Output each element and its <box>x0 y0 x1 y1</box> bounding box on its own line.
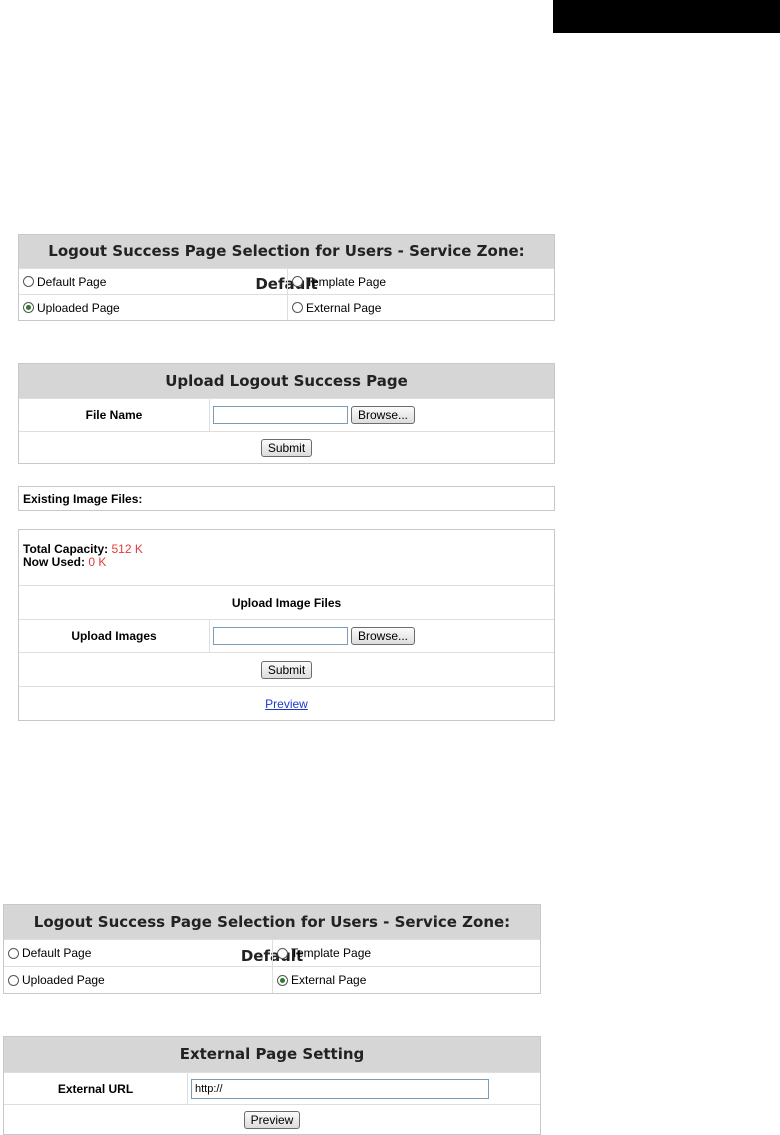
option-external-page[interactable]: External Page <box>272 967 540 993</box>
option-uploaded-page[interactable]: Uploaded Page <box>19 295 287 320</box>
external-page-panel: External Page Setting External URL http:… <box>3 1036 541 1135</box>
capacity-value: 512 K <box>111 542 143 556</box>
option-label: Uploaded Page <box>22 973 105 987</box>
option-label: Template Page <box>291 946 372 960</box>
option-label: Template Page <box>306 274 387 289</box>
selection-panel-2: Logout Success Page Selection for Users … <box>3 904 541 994</box>
browse-button[interactable]: Browse... <box>351 627 416 645</box>
capacity-label: Total Capacity: <box>23 542 109 556</box>
panel-title: Logout Success Page Selection for Users … <box>4 905 540 965</box>
upload-page-panel: Upload Logout Success Page File Name Bro… <box>18 363 555 464</box>
panel-title: Logout Success Page Selection for Users … <box>19 235 554 293</box>
radio-selected-icon[interactable] <box>23 302 34 313</box>
external-url-input[interactable]: http:// <box>191 1078 489 1099</box>
option-external-page[interactable]: External Page <box>287 295 554 320</box>
radio-icon[interactable] <box>8 974 19 986</box>
upload-image-files-title: Upload Image Files <box>231 595 342 610</box>
option-label: Uploaded Page <box>37 300 120 315</box>
external-url-label: External URL <box>57 1081 134 1096</box>
preview-button[interactable]: Preview <box>243 1110 301 1129</box>
option-label: External Page <box>291 973 367 987</box>
existing-images-label: Existing Image Files: <box>23 491 143 506</box>
preview-link[interactable]: Preview <box>265 697 308 711</box>
option-default-page[interactable]: Default Page <box>4 940 272 966</box>
submit-button[interactable]: Submit <box>260 438 313 457</box>
radio-icon[interactable] <box>23 276 34 287</box>
radio-icon[interactable] <box>8 947 19 959</box>
option-template-page[interactable]: Template Page <box>272 940 540 966</box>
existing-images-panel: Existing Image Files: <box>18 486 555 511</box>
upload-images-input[interactable] <box>213 627 348 645</box>
file-name-input[interactable] <box>213 406 348 424</box>
option-default-page[interactable]: Default Page <box>19 269 287 294</box>
selection-panel-1: Logout Success Page Selection for Users … <box>18 234 555 321</box>
option-label: External Page <box>306 300 382 315</box>
file-name-label: File Name <box>85 408 143 422</box>
radio-icon[interactable] <box>292 276 303 287</box>
header-black-bar <box>553 0 780 33</box>
option-template-page[interactable]: Template Page <box>287 269 554 294</box>
option-label: Default Page <box>22 946 92 960</box>
radio-icon[interactable] <box>277 947 288 959</box>
option-label: Default Page <box>37 274 107 289</box>
radio-selected-icon[interactable] <box>277 974 288 986</box>
option-uploaded-page[interactable]: Uploaded Page <box>4 967 272 993</box>
capacity-info: Total Capacity: 512 K Now Used: 0 K <box>19 530 554 585</box>
upload-images-label: Upload Images <box>71 629 157 643</box>
used-label: Now Used: <box>23 555 86 569</box>
panel-title: Upload Logout Success Page <box>19 364 554 398</box>
panel-title: External Page Setting <box>4 1037 540 1072</box>
image-upload-panel: Total Capacity: 512 K Now Used: 0 K Uplo… <box>18 529 555 721</box>
radio-icon[interactable] <box>292 302 303 313</box>
submit-button[interactable]: Submit <box>260 660 313 679</box>
browse-button[interactable]: Browse... <box>351 406 416 424</box>
used-value: 0 K <box>88 555 107 569</box>
